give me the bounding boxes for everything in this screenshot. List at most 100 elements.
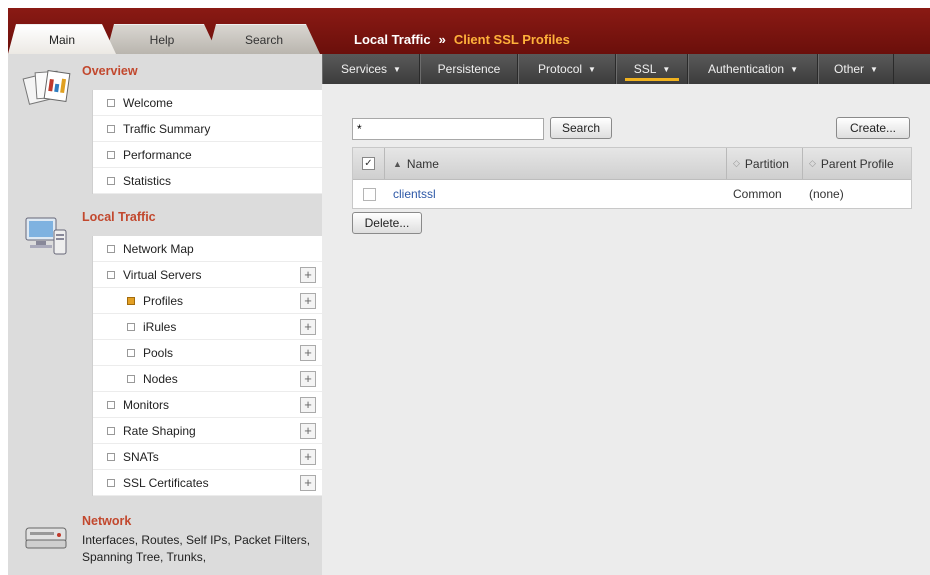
nav-label: Traffic Summary xyxy=(123,121,211,136)
menu-ssl[interactable]: SSL ▼ xyxy=(616,54,688,84)
nav-label: iRules xyxy=(143,319,177,334)
bullet-icon xyxy=(107,452,115,461)
plus-icon[interactable]: + xyxy=(300,292,316,309)
delete-button[interactable]: Delete... xyxy=(352,212,422,234)
header-select-all[interactable]: ✓ xyxy=(353,148,385,179)
nav-profiles[interactable]: Profiles + xyxy=(93,288,322,314)
column-header-name[interactable]: ▲ Name xyxy=(385,148,727,179)
breadcrumb-current: Client SSL Profiles xyxy=(453,32,570,47)
nav-ssl-certificates[interactable]: SSL Certificates + xyxy=(93,470,322,496)
bullet-icon xyxy=(107,478,115,487)
nav-snats[interactable]: SNATs + xyxy=(93,444,322,470)
menu-label: Protocol xyxy=(538,62,583,76)
overview-icon xyxy=(22,66,72,109)
plus-icon[interactable]: + xyxy=(300,422,316,439)
column-label: Partition xyxy=(744,156,789,171)
network-title[interactable]: Network xyxy=(82,514,131,528)
tab-help[interactable]: Help xyxy=(106,24,218,54)
network-icon xyxy=(22,520,72,557)
local-traffic-nav: Network Map Virtual Servers + Profiles + i… xyxy=(92,236,322,496)
plus-icon[interactable]: + xyxy=(300,448,316,465)
cell-partition: Common xyxy=(733,187,782,201)
nav-nodes[interactable]: Nodes + xyxy=(93,366,322,392)
table-row: clientssl Common (none) xyxy=(353,180,911,208)
nav-traffic-summary[interactable]: Traffic Summary xyxy=(93,116,322,142)
nav-welcome[interactable]: Welcome xyxy=(93,90,322,116)
tab-search[interactable]: Search xyxy=(208,24,320,54)
caret-down-icon: ▼ xyxy=(588,64,596,74)
bullet-icon xyxy=(107,426,115,435)
menu-label: Authentication xyxy=(708,62,785,76)
checkbox-icon[interactable] xyxy=(362,187,376,201)
nav-label: SSL Certificates xyxy=(123,475,209,490)
bullet-icon xyxy=(107,400,115,409)
bullet-icon xyxy=(107,176,115,185)
tab-main[interactable]: Main xyxy=(8,24,116,54)
menu-label: Services xyxy=(341,62,388,76)
breadcrumb-parent[interactable]: Local Traffic xyxy=(354,32,431,47)
nav-virtual-servers[interactable]: Virtual Servers + xyxy=(93,262,322,288)
menu-protocol[interactable]: Protocol ▼ xyxy=(518,54,616,84)
column-header-parent-profile[interactable]: ◇ Parent Profile xyxy=(803,148,911,179)
nav-label: Performance xyxy=(123,147,192,162)
nav-label: Pools xyxy=(143,345,174,360)
nav-label: Welcome xyxy=(123,95,173,110)
plus-icon[interactable]: + xyxy=(300,318,316,335)
main-content: Search Create... ✓ ▲ Name ◇ Partition ◇ Par… xyxy=(322,84,930,575)
bullet-icon xyxy=(127,374,135,383)
bullet-icon xyxy=(107,150,115,159)
main-tabs: Main Help Search xyxy=(8,24,310,54)
nav-statistics[interactable]: Statistics xyxy=(93,168,322,194)
checkbox-checked-icon[interactable]: ✓ xyxy=(362,157,375,170)
bullet-icon xyxy=(107,270,115,279)
bullet-icon xyxy=(107,124,115,133)
caret-down-icon: ▼ xyxy=(662,64,671,74)
overview-title[interactable]: Overview xyxy=(82,64,138,78)
bullet-icon xyxy=(107,98,115,107)
breadcrumb-separator: » xyxy=(438,32,446,47)
sort-icon: ◇ xyxy=(809,158,816,168)
cell-name: clientssl xyxy=(385,187,727,201)
cell-parent-profile: (none) xyxy=(809,187,844,201)
bullet-icon xyxy=(127,296,135,305)
menu-services[interactable]: Services ▼ xyxy=(322,54,420,84)
nav-label: Network Map xyxy=(123,241,194,256)
nav-monitors[interactable]: Monitors + xyxy=(93,392,322,418)
local-traffic-title[interactable]: Local Traffic xyxy=(82,210,156,224)
menu-persistence[interactable]: Persistence xyxy=(420,54,518,84)
nav-rate-shaping[interactable]: Rate Shaping + xyxy=(93,418,322,444)
menu-authentication[interactable]: Authentication ▼ xyxy=(688,54,818,84)
profile-link[interactable]: clientssl xyxy=(393,187,436,201)
plus-icon[interactable]: + xyxy=(300,370,316,387)
overview-nav: Welcome Traffic Summary Performance Stat… xyxy=(92,90,322,194)
menu-label: Persistence xyxy=(437,62,501,76)
plus-icon[interactable]: + xyxy=(300,344,316,361)
create-button[interactable]: Create... xyxy=(836,117,910,139)
search-button[interactable]: Search xyxy=(550,117,612,139)
menu-bar: Services ▼ Persistence Protocol ▼ SSL ▼ Aut… xyxy=(322,54,930,84)
caret-down-icon: ▼ xyxy=(870,64,878,74)
row-select[interactable] xyxy=(353,187,385,201)
nav-performance[interactable]: Performance xyxy=(93,142,322,168)
column-label: Name xyxy=(406,156,439,171)
plus-icon[interactable]: + xyxy=(300,396,316,413)
nav-label: Monitors xyxy=(123,397,170,412)
nav-pools[interactable]: Pools + xyxy=(93,340,322,366)
sort-asc-icon: ▲ xyxy=(393,158,402,169)
nav-label: Virtual Servers xyxy=(123,267,202,282)
network-description: Interfaces, Routes, Self IPs, Packet Fil… xyxy=(82,533,311,564)
nav-irules[interactable]: iRules + xyxy=(93,314,322,340)
caret-down-icon: ▼ xyxy=(790,64,798,74)
breadcrumb: Local Traffic » Client SSL Profiles xyxy=(354,32,570,47)
plus-icon[interactable]: + xyxy=(300,474,316,491)
menu-other[interactable]: Other ▼ xyxy=(818,54,894,84)
menu-label: SSL xyxy=(633,62,657,76)
plus-icon[interactable]: + xyxy=(300,266,316,283)
nav-label: SNATs xyxy=(123,449,159,464)
search-input[interactable] xyxy=(352,118,544,140)
nav-label: Statistics xyxy=(123,173,172,188)
column-header-partition[interactable]: ◇ Partition xyxy=(727,148,803,179)
nav-network-map[interactable]: Network Map xyxy=(93,236,322,262)
table-header: ✓ ▲ Name ◇ Partition ◇ Parent Profile xyxy=(353,148,911,180)
profiles-table: ✓ ▲ Name ◇ Partition ◇ Parent Profile clien… xyxy=(352,147,912,209)
